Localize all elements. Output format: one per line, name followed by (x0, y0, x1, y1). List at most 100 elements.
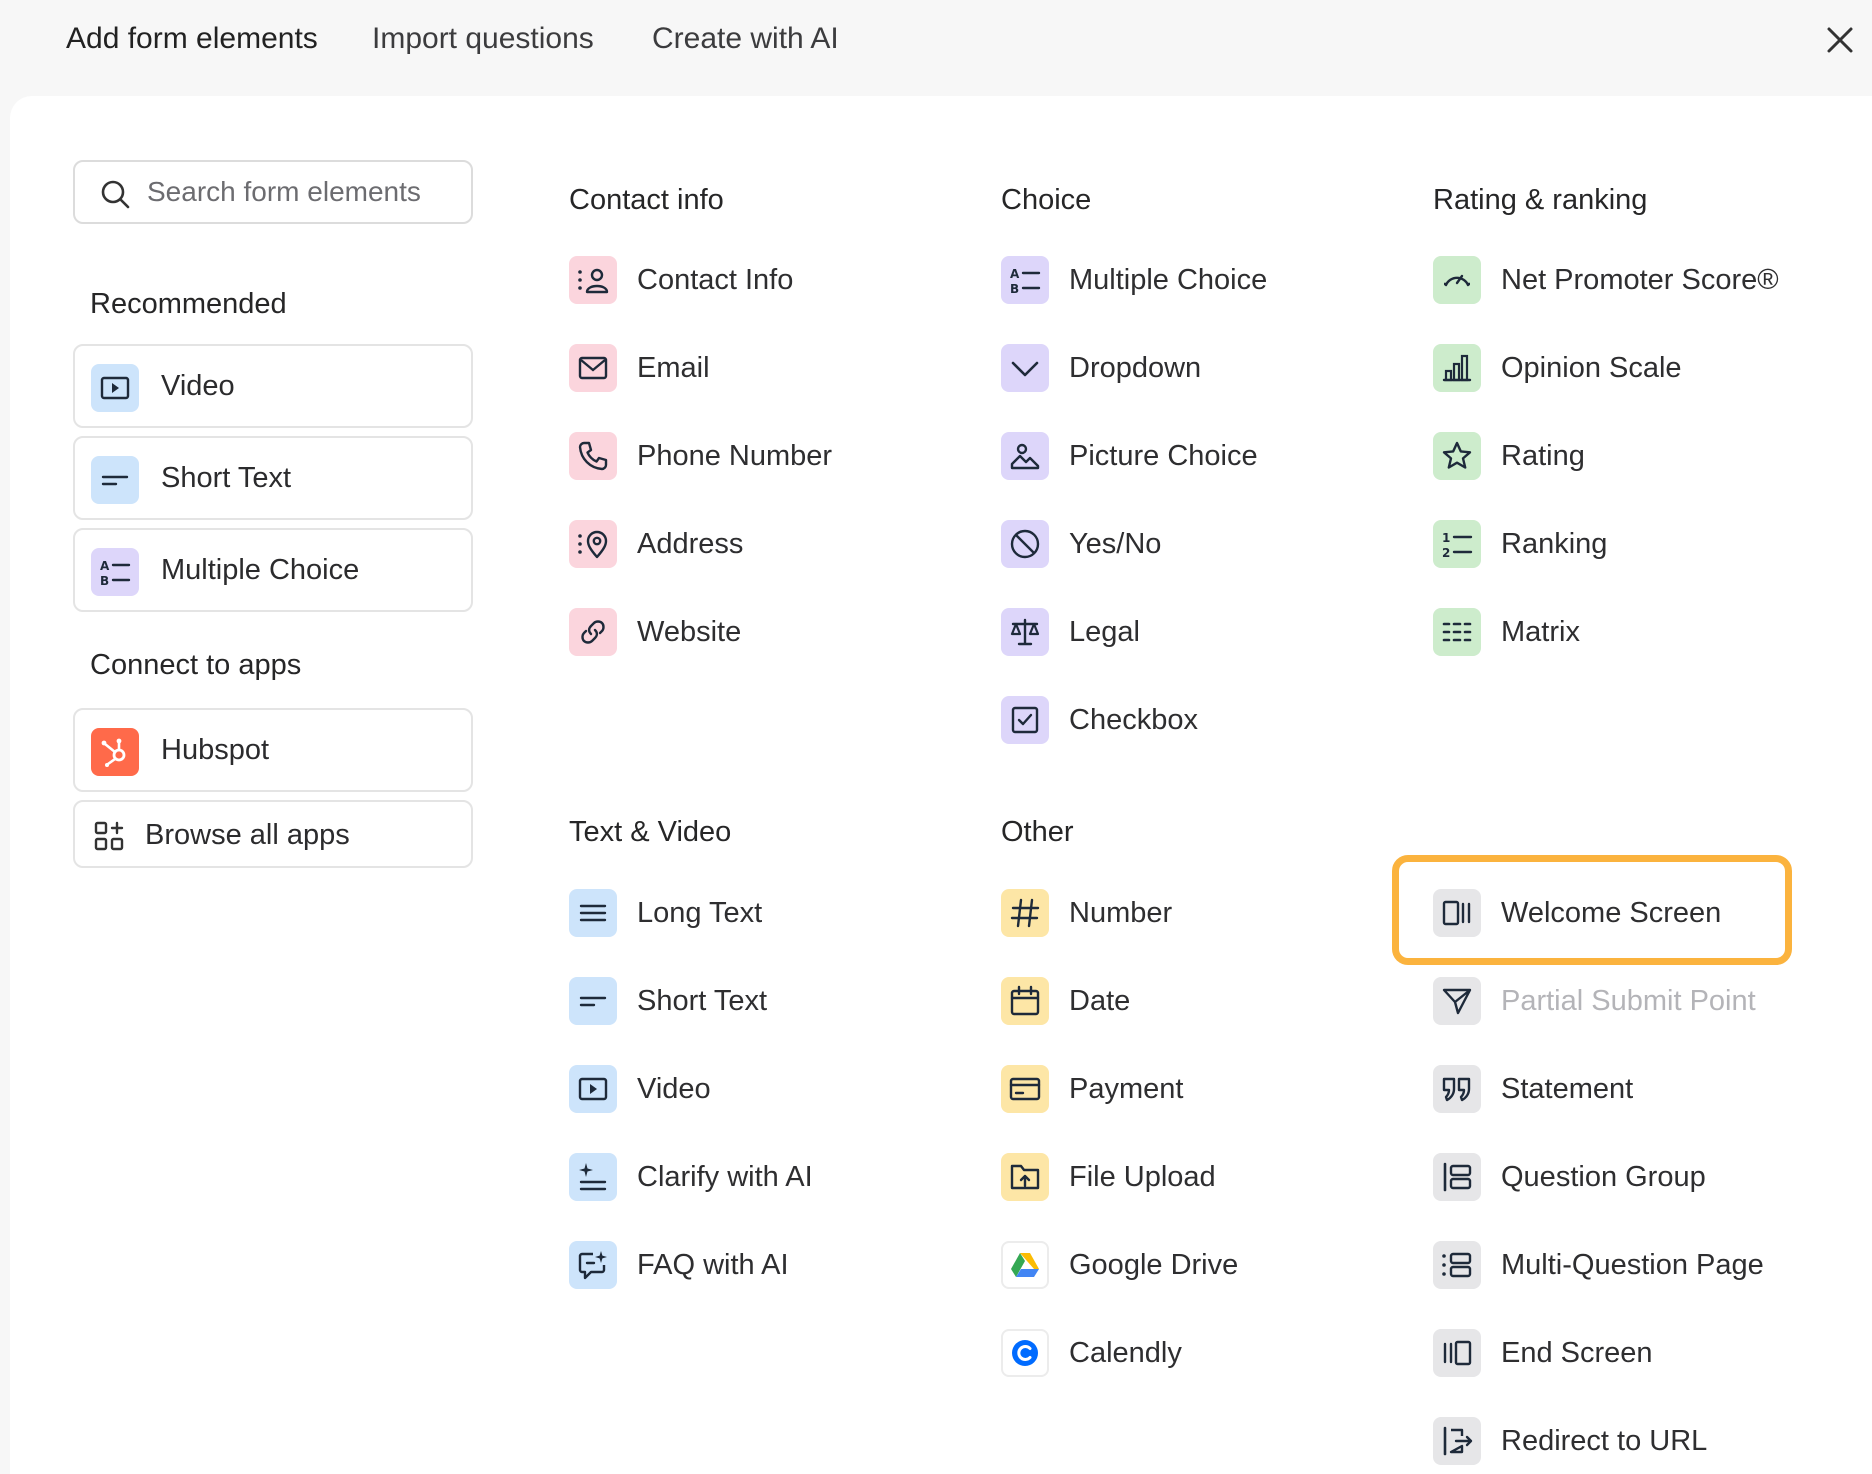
tab-create-with-ai[interactable]: Create with AI (652, 22, 839, 56)
element-redirect-to-url[interactable]: Redirect to URL (1433, 1413, 1813, 1469)
redirect-icon (1443, 1426, 1473, 1456)
multi-question-icon (1442, 1252, 1472, 1278)
send-icon (1442, 988, 1472, 1015)
checkbox-icon (1011, 706, 1039, 734)
element-statement[interactable]: Statement (1433, 1061, 1813, 1117)
element-website[interactable]: Website (569, 604, 949, 660)
short-text-icon (579, 996, 607, 1007)
sparkle-text-icon (579, 1163, 607, 1191)
close-button[interactable] (1820, 20, 1860, 60)
section-title-contact: Contact info (569, 184, 724, 216)
end-screen-icon (1443, 1340, 1472, 1366)
element-short-text[interactable]: Short Text (569, 973, 949, 1029)
svg-text:2: 2 (1442, 546, 1450, 560)
element-contact-info[interactable]: Contact Info (569, 252, 949, 308)
svg-text:A: A (100, 559, 110, 573)
picture-icon (1010, 443, 1040, 470)
element-date[interactable]: Date (1001, 973, 1381, 1029)
close-icon (1827, 27, 1853, 53)
element-net-promoter-score[interactable]: Net Promoter Score® (1433, 252, 1813, 308)
element-picture-choice[interactable]: Picture Choice (1001, 428, 1381, 484)
element-welcome-screen[interactable]: Welcome Screen (1433, 885, 1813, 941)
element-long-text[interactable]: Long Text (569, 885, 949, 941)
google-drive-icon (1011, 1253, 1039, 1277)
recommended-short-text[interactable]: Short Text (73, 436, 473, 520)
element-end-screen[interactable]: End Screen (1433, 1325, 1813, 1381)
section-title-text-video: Text & Video (569, 816, 732, 848)
ranking-icon: 12 (1442, 531, 1473, 560)
section-title-other: Other (1001, 816, 1074, 848)
element-address[interactable]: Address (569, 516, 949, 572)
email-icon (578, 356, 608, 380)
tab-add-form-elements[interactable]: Add form elements (66, 22, 318, 56)
svg-text:A: A (1010, 267, 1020, 281)
search-icon (101, 180, 130, 209)
element-video[interactable]: Video (569, 1061, 949, 1117)
multiple-choice-icon: AB (1010, 267, 1041, 296)
element-calendly[interactable]: Calendly (1001, 1325, 1381, 1381)
element-email[interactable]: Email (569, 340, 949, 396)
bar-chart-icon (1442, 354, 1472, 382)
multiple-choice-icon: AB (100, 559, 131, 588)
element-faq-with-ai[interactable]: FAQ with AI (569, 1237, 949, 1293)
section-title-rating: Rating & ranking (1433, 184, 1648, 216)
element-number[interactable]: Number (1001, 885, 1381, 941)
chat-sparkle-icon (578, 1251, 607, 1280)
element-ranking[interactable]: 12 Ranking (1433, 516, 1813, 572)
question-group-icon (1443, 1162, 1472, 1192)
scale-icon (1010, 618, 1040, 646)
calendar-icon (1010, 985, 1040, 1016)
credit-card-icon (1009, 1077, 1041, 1101)
element-matrix[interactable]: Matrix (1433, 604, 1813, 660)
search-input[interactable] (147, 172, 457, 212)
chevron-down-icon (1011, 361, 1039, 377)
recommended-multiple-choice[interactable]: AB Multiple Choice (73, 528, 473, 612)
welcome-screen-icon (1442, 900, 1471, 926)
address-pin-icon (578, 530, 608, 559)
recommended-video[interactable]: Video (73, 344, 473, 428)
link-icon (581, 620, 605, 644)
hash-icon (1010, 898, 1040, 928)
folder-upload-icon (1010, 1164, 1040, 1190)
gauge-icon (1444, 274, 1470, 287)
element-file-upload[interactable]: File Upload (1001, 1149, 1381, 1205)
connect-apps-title: Connect to apps (90, 649, 302, 681)
element-checkbox[interactable]: Checkbox (1001, 692, 1381, 748)
element-yes-no[interactable]: Yes/No (1001, 516, 1381, 572)
element-question-group[interactable]: Question Group (1433, 1149, 1813, 1205)
element-google-drive[interactable]: Google Drive (1001, 1237, 1381, 1293)
element-partial-submit-point: Partial Submit Point (1433, 973, 1813, 1029)
element-multi-question-page[interactable]: Multi-Question Page (1433, 1237, 1813, 1293)
element-opinion-scale[interactable]: Opinion Scale (1433, 340, 1813, 396)
long-text-icon (579, 904, 607, 922)
svg-text:B: B (1010, 282, 1019, 296)
element-clarify-with-ai[interactable]: Clarify with AI (569, 1149, 949, 1205)
element-legal[interactable]: Legal (1001, 604, 1381, 660)
browse-all-apps-button[interactable]: Browse all apps (73, 800, 473, 868)
search-box (73, 160, 473, 224)
star-icon (1442, 441, 1472, 469)
element-dropdown[interactable]: Dropdown (1001, 340, 1381, 396)
video-icon (578, 1077, 608, 1101)
top-tab-bar: Add form elements Import questions Creat… (0, 0, 1872, 96)
calendly-icon (1012, 1340, 1038, 1366)
video-icon (100, 376, 130, 400)
yes-no-icon (1010, 529, 1040, 559)
recommended-title: Recommended (90, 288, 287, 320)
hubspot-icon (101, 738, 126, 767)
short-text-icon (101, 475, 129, 486)
app-hubspot[interactable]: Hubspot (73, 708, 473, 792)
svg-text:B: B (100, 574, 109, 588)
section-title-choice: Choice (1001, 184, 1092, 216)
element-phone-number[interactable]: Phone Number (569, 428, 949, 484)
matrix-icon (1442, 622, 1472, 642)
element-rating[interactable]: Rating (1433, 428, 1813, 484)
quote-icon (1442, 1077, 1471, 1102)
tab-import-questions[interactable]: Import questions (372, 22, 594, 56)
element-payment[interactable]: Payment (1001, 1061, 1381, 1117)
phone-icon (578, 441, 608, 471)
contact-info-icon (578, 268, 609, 294)
apps-grid-icon (94, 821, 124, 851)
element-multiple-choice[interactable]: AB Multiple Choice (1001, 252, 1381, 308)
svg-text:1: 1 (1442, 531, 1450, 545)
